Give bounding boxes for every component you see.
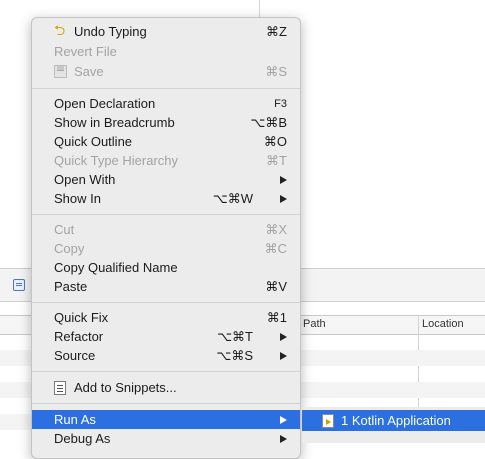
kotlin-application-icon [322,414,334,428]
submenu-arrow-icon [280,176,287,184]
snippet-icon [54,381,66,395]
menu-item-shortcut: ⌥⌘B [250,115,287,130]
column-header-path[interactable]: Path [303,318,326,330]
menu-item-cut[interactable]: Cut ⌘X [32,220,300,239]
menu-item-run-as[interactable]: Run As [32,410,300,429]
menu-item-quick-outline[interactable]: Quick Outline ⌘O [32,132,300,151]
menu-item-label: Run As [54,412,96,427]
menu-separator [32,403,300,404]
menu-item-source[interactable]: Source ⌥⌘S [32,346,300,365]
submenu-arrow-icon [280,416,287,424]
menu-item-label: Debug As [54,431,111,446]
menu-item-label: Source [54,348,96,363]
menu-separator [32,371,300,372]
menu-item-label: Quick Outline [54,134,133,149]
column-header-location[interactable]: Location [422,318,464,330]
menu-item-shortcut: ⌥⌘S [216,348,253,363]
menu-item-label: Refactor [54,329,104,344]
menu-item-shortcut: ⌘S [265,64,287,79]
menu-item-shortcut: ⌘X [265,222,287,237]
menu-item-label: Revert File [54,44,117,59]
menu-item-shortcut: ⌘O [263,134,287,149]
menu-item-add-to-snippets[interactable]: Add to Snippets... [32,378,300,397]
menu-separator [32,302,300,303]
menu-item-shortcut: ⌘V [265,279,287,294]
menu-item-save[interactable]: Save ⌘S [32,62,300,81]
submenu-item-kotlin-application[interactable]: 1 Kotlin Application [302,410,485,431]
menu-item-label: Open Declaration [54,96,156,111]
menu-item-undo-typing[interactable]: ⮌ Undo Typing ⌘Z [32,22,300,41]
menu-item-label: Quick Type Hierarchy [54,153,179,168]
menu-item-shortcut: ⌘Z [266,24,287,39]
menu-item-revert-file[interactable]: Revert File [32,42,300,61]
submenu-arrow-icon [280,195,287,203]
submenu-arrow-icon [280,435,287,443]
menu-item-copy-qualified-name[interactable]: Copy Qualified Name [32,258,300,277]
submenu-arrow-icon [280,333,287,341]
context-menu: ⮌ Undo Typing ⌘Z Revert File Save ⌘S Ope… [31,17,301,459]
menu-item-label: Copy [54,241,85,256]
menu-separator [32,214,300,215]
menu-item-label: Save [74,64,104,79]
menu-item-shortcut: F3 [274,98,287,110]
menu-item-debug-as[interactable]: Debug As [32,429,300,448]
menu-item-refactor[interactable]: Refactor ⌥⌘T [32,327,300,346]
menu-item-label: Cut [54,222,75,237]
menu-item-shortcut: ⌥⌘W [212,191,253,206]
submenu-arrow-icon [280,352,287,360]
menu-item-open-with[interactable]: Open With [32,170,300,189]
menu-item-label: Show in Breadcrumb [54,115,175,130]
menu-item-label: Undo Typing [74,24,147,39]
submenu-item-label: 1 Kotlin Application [341,413,451,428]
menu-item-shortcut: ⌘1 [266,310,287,325]
menu-item-show-in[interactable]: Show In ⌥⌘W [32,189,300,208]
menu-separator [32,88,300,89]
menu-item-shortcut: ⌘T [266,153,287,168]
menu-item-shortcut: ⌘C [264,241,287,256]
menu-item-copy[interactable]: Copy ⌘C [32,239,300,258]
menu-item-label: Quick Fix [54,310,109,325]
menu-item-paste[interactable]: Paste ⌘V [32,277,300,296]
view-tab-icon[interactable] [13,279,25,291]
menu-item-quick-type-hierarchy[interactable]: Quick Type Hierarchy ⌘T [32,151,300,170]
undo-arrow-icon: ⮌ [54,22,66,38]
menu-item-label: Copy Qualified Name [54,260,178,275]
menu-item-show-in-breadcrumb[interactable]: Show in Breadcrumb ⌥⌘B [32,113,300,132]
menu-item-open-declaration[interactable]: Open Declaration F3 [32,94,300,113]
menu-item-label: Open With [54,172,116,187]
menu-item-shortcut: ⌥⌘T [217,329,253,344]
menu-item-quick-fix[interactable]: Quick Fix ⌘1 [32,308,300,327]
menu-item-label: Add to Snippets... [74,380,177,395]
run-as-submenu: 1 Kotlin Application [302,407,485,443]
menu-item-label: Show In [54,191,101,206]
menu-item-label: Paste [54,279,88,294]
save-disk-icon [54,65,67,78]
